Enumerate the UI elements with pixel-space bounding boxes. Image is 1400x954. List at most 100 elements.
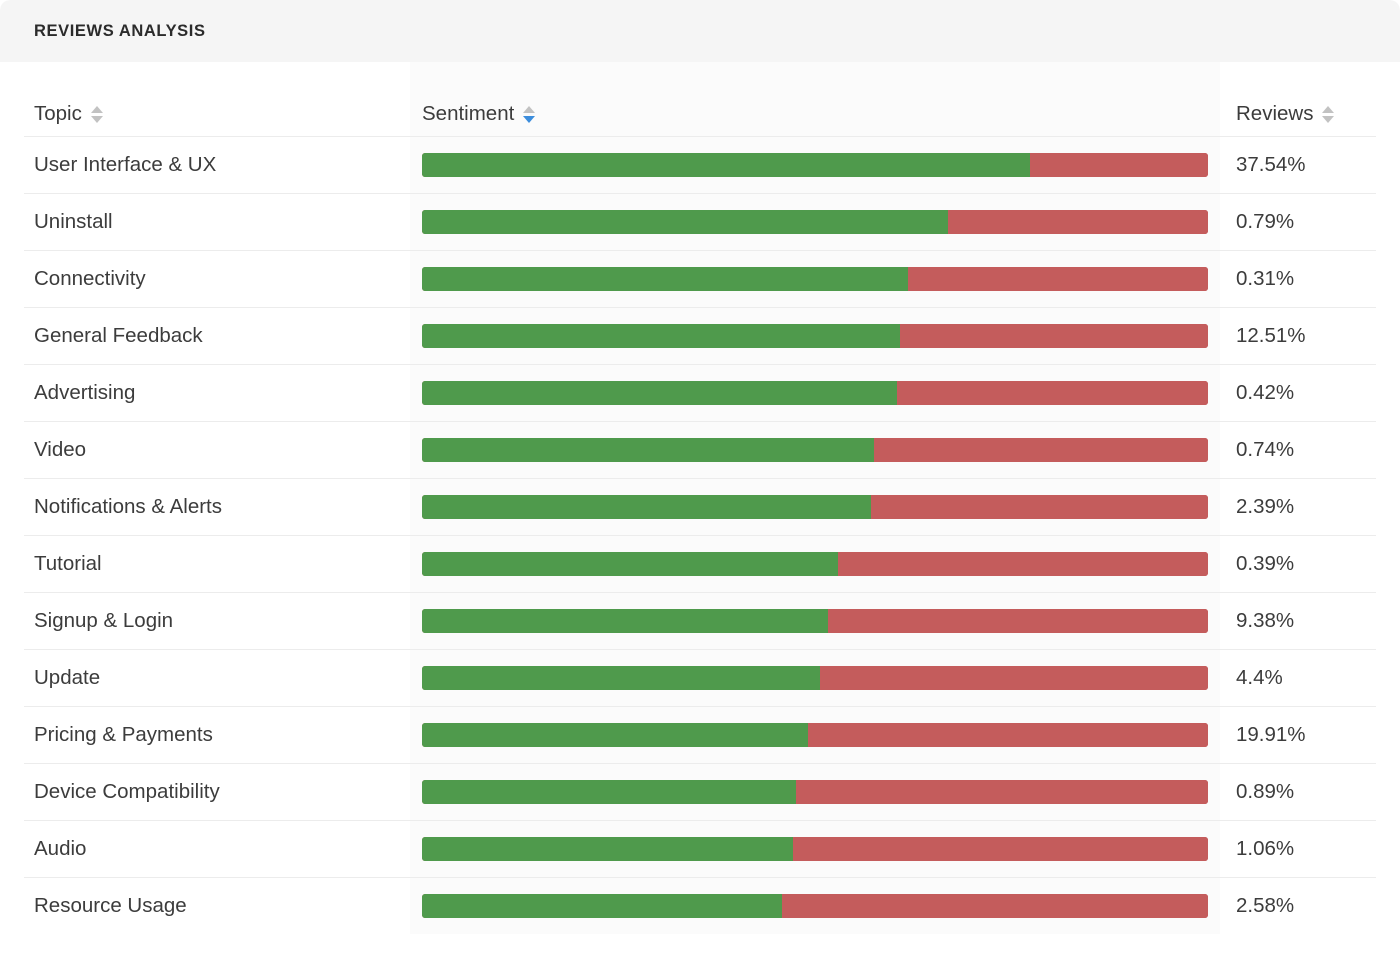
- sentiment-bar-negative-segment: [781, 893, 1208, 918]
- table-row[interactable]: Update 4.4%: [0, 649, 1400, 706]
- sort-toggle-reviews-icon[interactable]: [1322, 105, 1335, 123]
- topic-cell: Notifications & Alerts: [0, 495, 410, 519]
- sentiment-bar[interactable]: [422, 722, 1208, 747]
- sentiment-bar[interactable]: [422, 152, 1208, 177]
- sentiment-bar-positive-segment: [422, 779, 797, 804]
- sentiment-bar-positive-segment: [422, 494, 871, 519]
- sentiment-bar-negative-segment: [819, 665, 1208, 690]
- sentiment-cell: [410, 722, 1220, 747]
- sentiment-bar[interactable]: [422, 494, 1208, 519]
- table-row[interactable]: Resource Usage 2.58%: [0, 877, 1400, 934]
- sentiment-cell: [410, 608, 1220, 633]
- sentiment-bar[interactable]: [422, 836, 1208, 861]
- table-row[interactable]: Notifications & Alerts 2.39%: [0, 478, 1400, 535]
- topic-label: Pricing & Payments: [34, 722, 213, 746]
- sentiment-bar[interactable]: [422, 323, 1208, 348]
- sentiment-bar-negative-segment: [947, 209, 1208, 234]
- topic-cell: Signup & Login: [0, 609, 410, 633]
- topic-label: Device Compatibility: [34, 779, 220, 803]
- topic-cell: Connectivity: [0, 267, 410, 291]
- topic-label: Update: [34, 665, 101, 689]
- sentiment-bar[interactable]: [422, 266, 1208, 291]
- row-separator: [24, 478, 1376, 479]
- table-row[interactable]: Tutorial 0.39%: [0, 535, 1400, 592]
- reviews-percentage-value: 0.39%: [1236, 551, 1295, 575]
- row-separator: [24, 706, 1376, 707]
- card-header: REVIEWS ANALYSIS: [0, 0, 1400, 62]
- table-row[interactable]: Connectivity 0.31%: [0, 250, 1400, 307]
- table-row[interactable]: Uninstall 0.79%: [0, 193, 1400, 250]
- sentiment-bar-negative-segment: [792, 836, 1208, 861]
- column-header-reviews[interactable]: Reviews: [1236, 102, 1335, 126]
- reviews-percentage-value: 19.91%: [1236, 722, 1306, 746]
- table-row[interactable]: General Feedback 12.51%: [0, 307, 1400, 364]
- table-row[interactable]: Pricing & Payments 19.91%: [0, 706, 1400, 763]
- column-header-reviews-label: Reviews: [1236, 102, 1314, 125]
- sentiment-bar-negative-segment: [837, 551, 1208, 576]
- sentiment-bar-negative-segment: [896, 380, 1208, 405]
- table-row[interactable]: User Interface & UX 37.54%: [0, 136, 1400, 193]
- row-separator: [24, 820, 1376, 821]
- topic-cell: Update: [0, 666, 410, 690]
- sentiment-cell: [410, 551, 1220, 576]
- table-row[interactable]: Device Compatibility 0.89%: [0, 763, 1400, 820]
- row-separator: [24, 307, 1376, 308]
- reviews-analysis-table: Topic Sentiment Reviews User Interface &…: [0, 62, 1400, 934]
- topic-label: Connectivity: [34, 266, 146, 290]
- table-row[interactable]: Video 0.74%: [0, 421, 1400, 478]
- sentiment-bar[interactable]: [422, 893, 1208, 918]
- column-header-topic-label: Topic: [34, 102, 82, 125]
- reviews-percentage-value: 12.51%: [1236, 323, 1306, 347]
- sentiment-bar-positive-segment: [422, 380, 897, 405]
- reviews-percentage-value: 37.54%: [1236, 152, 1306, 176]
- sentiment-bar-negative-segment: [828, 608, 1208, 633]
- topic-label: Signup & Login: [34, 608, 174, 632]
- sentiment-cell: [410, 266, 1220, 291]
- reviews-percentage-value: 2.58%: [1236, 893, 1295, 917]
- sentiment-bar[interactable]: [422, 209, 1208, 234]
- sentiment-bar-positive-segment: [422, 209, 948, 234]
- sentiment-bar-positive-segment: [422, 665, 820, 690]
- table-row[interactable]: Advertising 0.42%: [0, 364, 1400, 421]
- page-title: REVIEWS ANALYSIS: [34, 21, 206, 40]
- topic-label: Uninstall: [34, 209, 113, 233]
- sort-ascending-arrow-icon: [1322, 105, 1335, 113]
- sentiment-bar[interactable]: [422, 665, 1208, 690]
- reviews-cell: 12.51%: [1220, 324, 1400, 348]
- row-separator: [24, 193, 1376, 194]
- table-row[interactable]: Audio 1.06%: [0, 820, 1400, 877]
- sentiment-bar-negative-segment: [807, 722, 1208, 747]
- column-header-topic[interactable]: Topic: [34, 102, 103, 126]
- reviews-cell: 0.79%: [1220, 210, 1400, 234]
- reviews-cell: 0.39%: [1220, 552, 1400, 576]
- sentiment-bar[interactable]: [422, 380, 1208, 405]
- sentiment-cell: [410, 437, 1220, 462]
- topic-cell: Resource Usage: [0, 894, 410, 918]
- reviews-cell: 37.54%: [1220, 153, 1400, 177]
- reviews-percentage-value: 0.42%: [1236, 380, 1295, 404]
- reviews-cell: 2.58%: [1220, 894, 1400, 918]
- sentiment-bar[interactable]: [422, 608, 1208, 633]
- topic-label: Tutorial: [34, 551, 102, 575]
- topic-cell: General Feedback: [0, 324, 410, 348]
- sentiment-bar-positive-segment: [422, 266, 908, 291]
- table-row[interactable]: Signup & Login 9.38%: [0, 592, 1400, 649]
- sentiment-bar-positive-segment: [422, 893, 782, 918]
- column-header-sentiment-cell: Sentiment: [410, 102, 1220, 126]
- row-separator: [24, 250, 1376, 251]
- reviews-percentage-value: 1.06%: [1236, 836, 1295, 860]
- column-header-sentiment[interactable]: Sentiment: [422, 102, 536, 126]
- sort-toggle-sentiment-icon[interactable]: [523, 105, 536, 123]
- topic-cell: Device Compatibility: [0, 780, 410, 804]
- sentiment-bar[interactable]: [422, 437, 1208, 462]
- sentiment-cell: [410, 494, 1220, 519]
- reviews-cell: 2.39%: [1220, 495, 1400, 519]
- sentiment-bar[interactable]: [422, 779, 1208, 804]
- topic-label: General Feedback: [34, 323, 203, 347]
- sentiment-cell: [410, 836, 1220, 861]
- sentiment-bar-positive-segment: [422, 152, 1031, 177]
- sort-toggle-topic-icon[interactable]: [90, 105, 103, 123]
- reviews-percentage-value: 0.79%: [1236, 209, 1295, 233]
- sentiment-bar[interactable]: [422, 551, 1208, 576]
- row-separator: [24, 421, 1376, 422]
